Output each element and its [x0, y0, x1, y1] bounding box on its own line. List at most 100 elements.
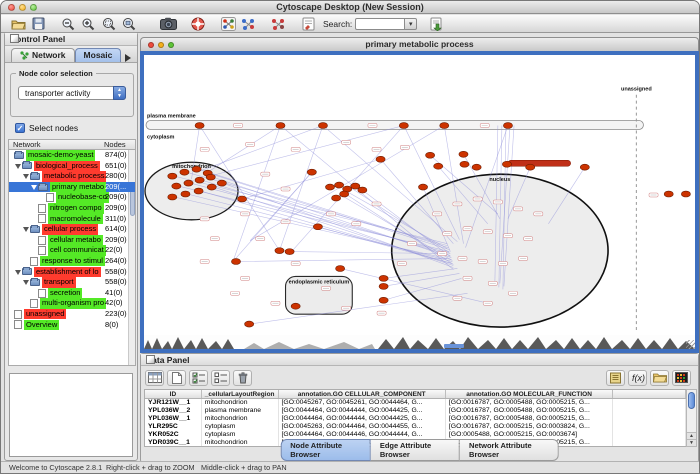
tree-row[interactable]: unassigned223(0) [9, 309, 135, 320]
column-header[interactable]: annotation.GO CELLULAR_COMPONENT [279, 390, 446, 398]
selected-gene-node[interactable] [195, 177, 204, 183]
selected-gene-node[interactable] [418, 184, 427, 190]
tree-row[interactable]: cellular metabo209(0) [9, 235, 135, 246]
tree-row[interactable]: nitrogen compo209(0) [9, 203, 135, 214]
column-header[interactable] [613, 390, 686, 398]
import-icon[interactable] [427, 16, 445, 31]
selected-gene-node[interactable] [192, 166, 201, 172]
tree-row[interactable]: Overview8(0) [9, 320, 135, 331]
selected-gene-node[interactable] [168, 194, 177, 200]
selected-gene-node[interactable] [332, 195, 341, 201]
selected-gene-node[interactable] [336, 265, 345, 271]
new-attribute-icon[interactable] [167, 370, 186, 386]
tree-row[interactable]: primary metabo209(... [9, 182, 135, 193]
selected-gene-node[interactable] [285, 249, 294, 255]
table-row[interactable]: YPL036W__1mitochondrion[GO:0044464, GO:0… [145, 415, 686, 423]
tree-row[interactable]: cellular process614(0) [9, 224, 135, 235]
window-resize-grip[interactable] [686, 340, 695, 349]
tab-mosaic[interactable]: Mosaic [75, 48, 122, 62]
node-cluster[interactable] [508, 160, 571, 166]
selected-gene-node[interactable] [217, 180, 226, 186]
select-attributes-icon[interactable] [189, 370, 208, 386]
selected-gene-node[interactable] [426, 152, 435, 158]
selected-gene-node[interactable] [526, 164, 535, 170]
tree-row[interactable]: metabolic process280(0) [9, 171, 135, 182]
tree-row[interactable]: multi-organism pro42(0) [9, 298, 135, 309]
search-dropdown-arrow[interactable]: ▾ [405, 18, 417, 30]
disclosure-triangle-icon[interactable] [14, 269, 22, 275]
unselect-attributes-icon[interactable] [211, 370, 230, 386]
selected-gene-node[interactable] [194, 188, 203, 194]
disclosure-triangle-icon[interactable] [30, 184, 38, 190]
selected-gene-node[interactable] [168, 173, 177, 179]
scroll-down-icon[interactable]: ▼ [687, 439, 696, 446]
tree-row[interactable]: mosaic-demo-yeast874(0) [9, 150, 135, 161]
table-row[interactable]: YKR052Ccytoplasm[GO:0044464, GO:0044446,… [145, 431, 686, 439]
column-header[interactable]: annotation.GO MOLECULAR_FUNCTION [446, 390, 613, 398]
import-attributes-icon[interactable] [650, 370, 669, 386]
selected-gene-node[interactable] [276, 123, 285, 129]
disclosure-triangle-icon[interactable] [22, 226, 30, 232]
selected-gene-node[interactable] [325, 184, 334, 190]
delete-attribute-icon[interactable] [233, 370, 252, 386]
selected-gene-node[interactable] [291, 303, 300, 309]
open-folder-icon[interactable] [9, 16, 27, 31]
formula-builder-icon[interactable]: f(x) [628, 370, 647, 386]
search-input[interactable] [355, 18, 405, 30]
tree-row[interactable]: establishment of lo558(0) [9, 267, 135, 278]
create-network-icon[interactable] [239, 16, 257, 31]
network-view-icon[interactable] [219, 16, 237, 31]
selected-gene-node[interactable] [440, 123, 449, 129]
v-scrollbar-thumb[interactable] [688, 392, 695, 409]
selected-gene-node[interactable] [238, 196, 247, 202]
selected-gene-node[interactable] [472, 164, 481, 170]
float-panel-icon[interactable] [10, 34, 19, 43]
tab-node-attribute-browser[interactable]: Node Attribute Browser [280, 439, 371, 461]
table-row[interactable]: YJR121W__1mitochondrion[GO:0045267, GO:0… [145, 399, 686, 407]
disclosure-triangle-icon[interactable] [22, 173, 30, 179]
attribute-editor-icon[interactable] [606, 370, 625, 386]
scroll-up-icon[interactable]: ▲ [687, 432, 696, 439]
column-header[interactable]: ID [145, 390, 202, 398]
tree-row[interactable]: secretion41(0) [9, 288, 135, 299]
selected-gene-node[interactable] [206, 174, 215, 180]
table-v-scrollbar[interactable]: ▲ ▼ [686, 389, 697, 447]
selected-gene-node[interactable] [335, 182, 344, 188]
selected-gene-node[interactable] [207, 184, 216, 190]
selected-gene-node[interactable] [399, 123, 408, 129]
tab-network[interactable]: Network [11, 48, 75, 62]
tab-scroll-right-icon[interactable] [125, 54, 131, 62]
selected-gene-node[interactable] [195, 123, 204, 129]
selected-gene-node[interactable] [379, 275, 388, 281]
save-icon[interactable] [29, 16, 47, 31]
selected-gene-node[interactable] [460, 161, 469, 167]
snapshot-icon[interactable] [159, 16, 177, 31]
node-color-dropdown[interactable]: transporter activity ▲▼ [18, 86, 126, 100]
table-row[interactable]: YPL036W__2plasma membrane[GO:0044464, GO… [145, 407, 686, 415]
tree-row[interactable]: macromolecule311(0) [9, 214, 135, 225]
selected-gene-node[interactable] [376, 156, 385, 162]
selected-gene-node[interactable] [358, 187, 367, 193]
selected-gene-node[interactable] [379, 283, 388, 289]
selected-gene-node[interactable] [245, 321, 254, 327]
tree-row[interactable]: transport558(0) [9, 277, 135, 288]
selected-gene-node[interactable] [307, 169, 316, 175]
disclosure-triangle-icon[interactable] [22, 279, 30, 285]
selected-gene-node[interactable] [318, 123, 327, 129]
selected-gene-node[interactable] [180, 169, 189, 175]
selected-gene-node[interactable] [503, 123, 512, 129]
zoom-selected-icon[interactable] [99, 16, 117, 31]
selected-gene-node[interactable] [313, 224, 322, 230]
selected-gene-node[interactable] [502, 161, 511, 167]
selected-gene-node[interactable] [231, 259, 240, 265]
destroy-network-icon[interactable] [269, 16, 287, 31]
attribute-matrix-icon[interactable] [145, 370, 164, 386]
zoom-out-icon[interactable] [59, 16, 77, 31]
selected-gene-node[interactable] [434, 163, 443, 169]
disclosure-triangle-icon[interactable] [14, 163, 22, 169]
help-ring-icon[interactable] [189, 16, 207, 31]
selected-gene-node[interactable] [181, 191, 190, 197]
table-row[interactable]: YLR295Ccytoplasm[GO:0045263, GO:0044464,… [145, 423, 686, 431]
tree-row[interactable]: biological_process651(0) [9, 161, 135, 172]
birdseye-view[interactable] [9, 373, 133, 457]
